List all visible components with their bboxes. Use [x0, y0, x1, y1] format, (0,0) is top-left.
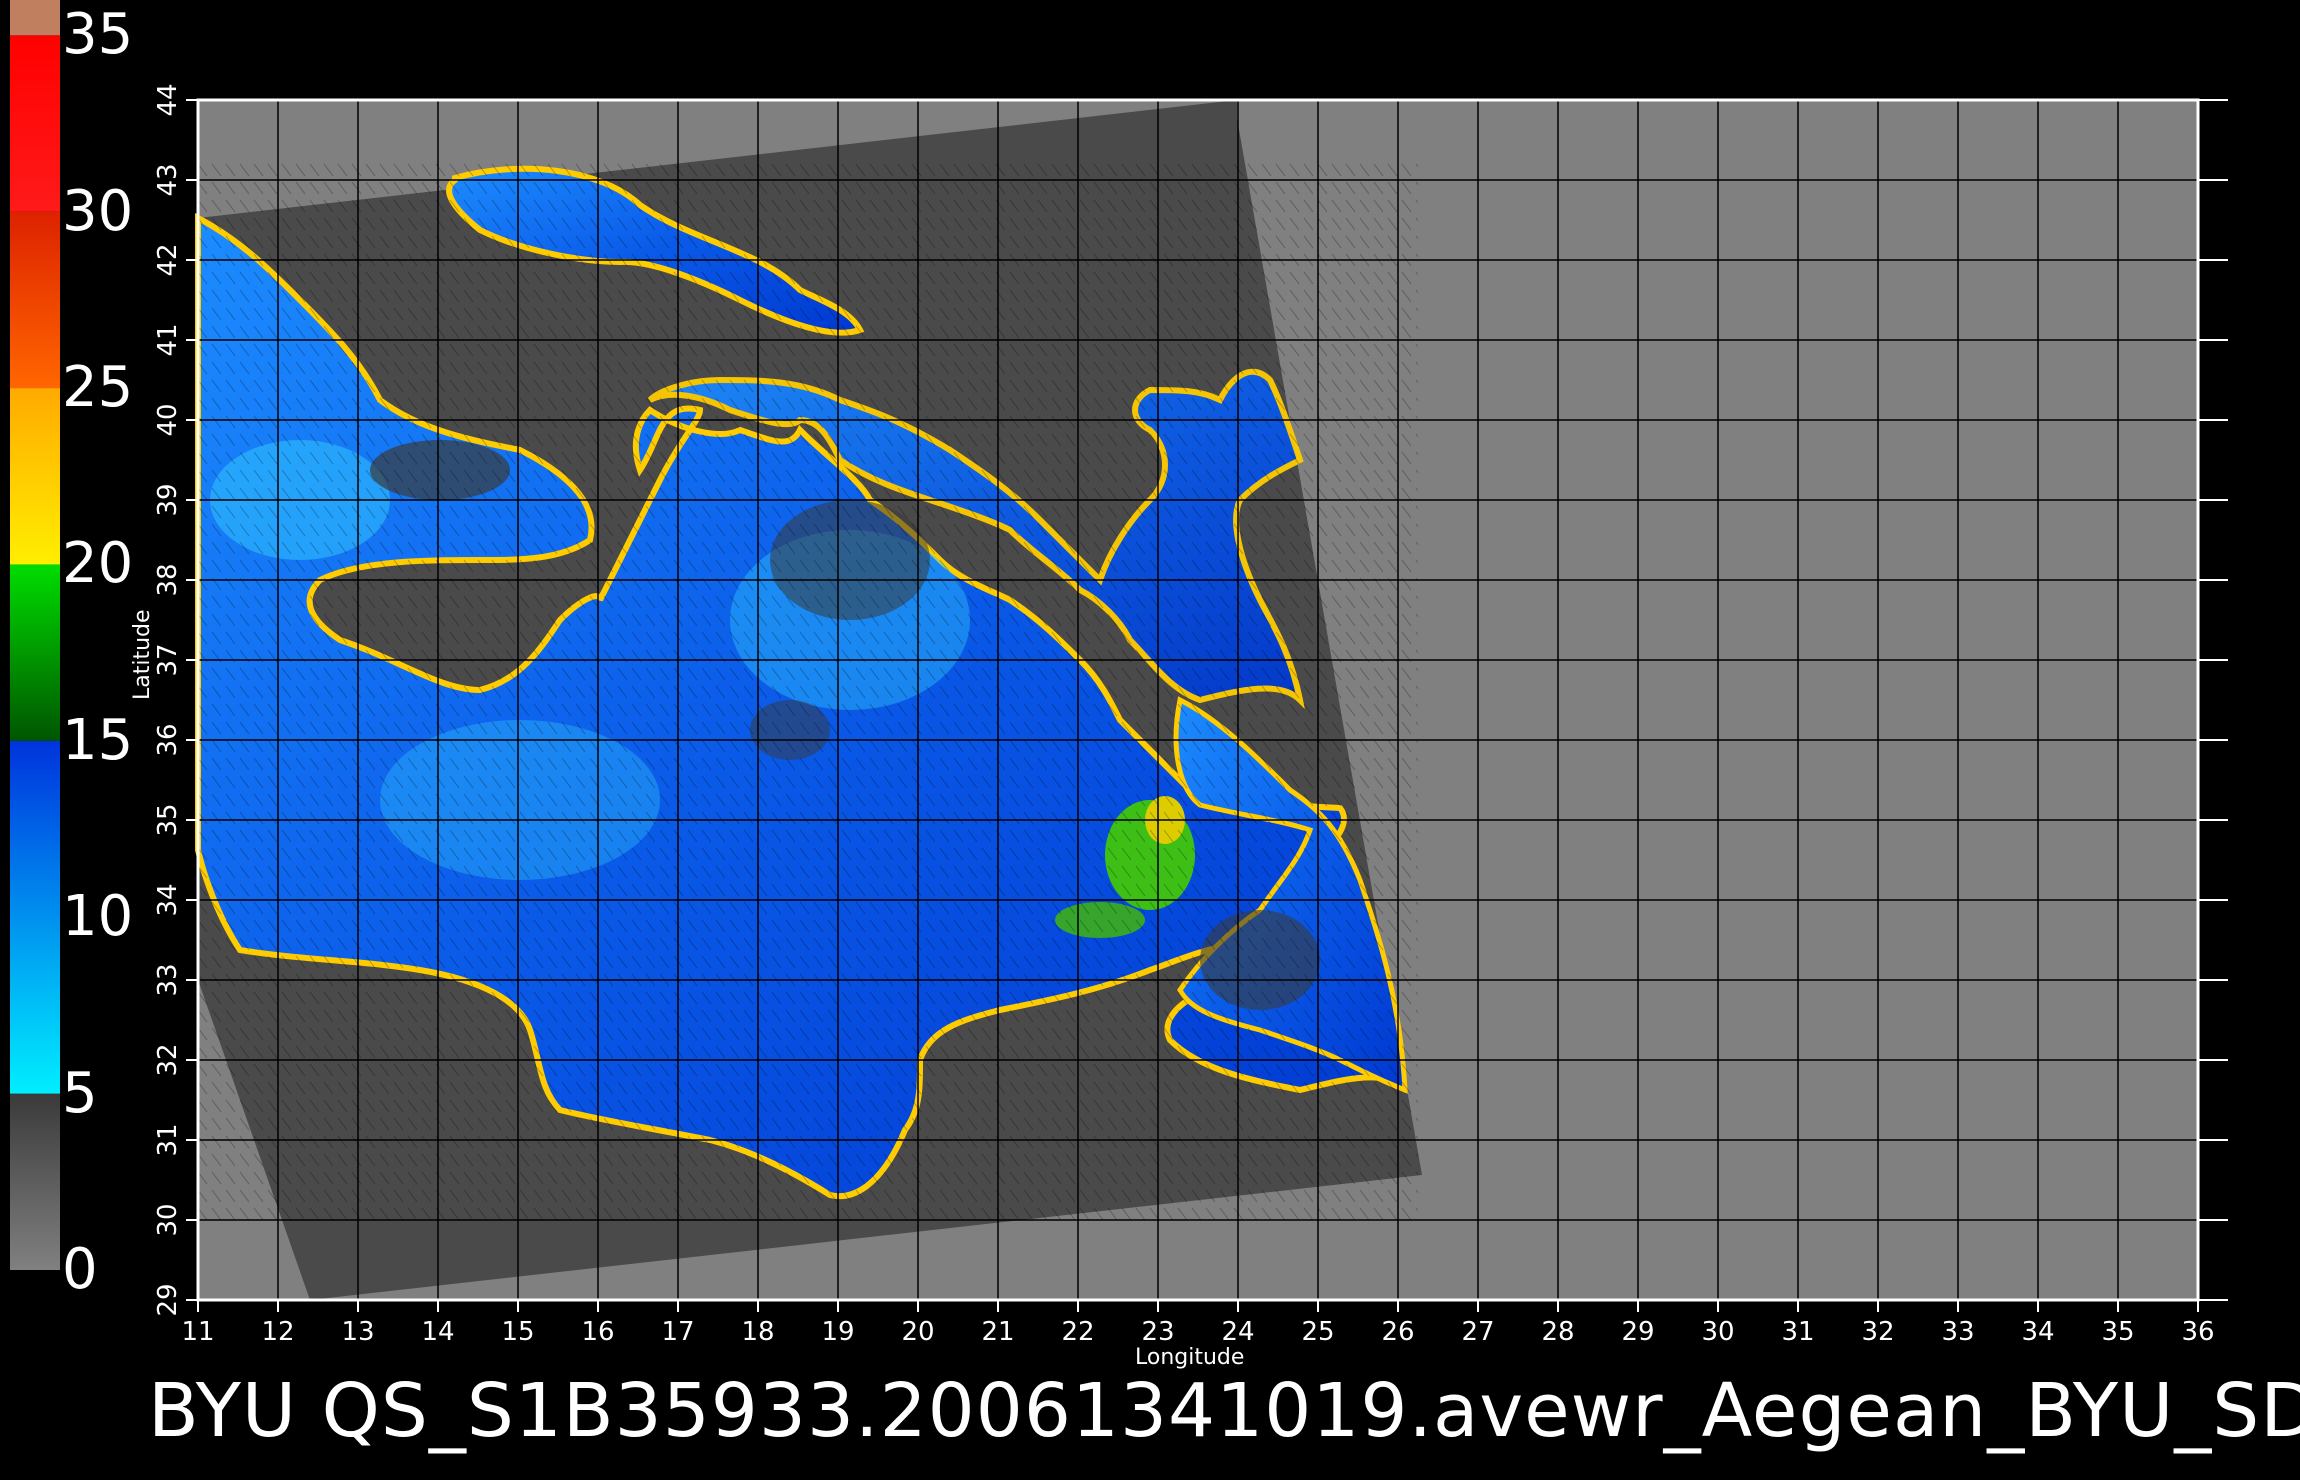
x-tick-label: 21: [981, 1317, 1014, 1347]
x-tick-label: 14: [421, 1317, 454, 1347]
y-tick-label: 34: [153, 883, 183, 916]
x-tick-label: 36: [2181, 1317, 2214, 1347]
y-tick-label: 38: [153, 563, 183, 596]
x-axis-label: Longitude: [1135, 1345, 1245, 1370]
x-tick-label: 20: [901, 1317, 934, 1347]
x-tick-label: 27: [1461, 1317, 1494, 1347]
x-tick-label: 22: [1061, 1317, 1094, 1347]
x-tick-label: 26: [1381, 1317, 1414, 1347]
y-tick-label: 39: [153, 483, 183, 516]
x-tick-label: 35: [2101, 1317, 2134, 1347]
x-tick-label: 24: [1221, 1317, 1254, 1347]
y-tick-label: 35: [153, 803, 183, 836]
x-tick-label: 13: [341, 1317, 374, 1347]
x-tick-label: 17: [661, 1317, 694, 1347]
longitude-ticks: 11 12 13 14 15 16 17 18 19 20 21 22 23 24 25 26 27 28 29 30…: [181, 1300, 2215, 1347]
x-tick-label: 33: [1941, 1317, 1974, 1347]
x-tick-label: 25: [1301, 1317, 1334, 1347]
y-tick-label: 33: [153, 963, 183, 996]
sea-wind-field: [195, 160, 1418, 1220]
y-tick-label: 43: [153, 163, 183, 196]
y-tick-label: 30: [153, 1203, 183, 1236]
x-tick-label: 31: [1781, 1317, 1814, 1347]
y-tick-label: 32: [153, 1043, 183, 1076]
x-tick-label: 12: [261, 1317, 294, 1347]
x-tick-label: 28: [1541, 1317, 1574, 1347]
y-tick-label: 44: [153, 83, 183, 116]
x-tick-label: 15: [501, 1317, 534, 1347]
map-plot: 11 12 13 14 15 16 17 18 19 20 21 22 23 24 25 26 27 28 29 30…: [153, 83, 2228, 1347]
x-tick-label: 16: [581, 1317, 614, 1347]
x-tick-label: 30: [1701, 1317, 1734, 1347]
x-tick-label: 19: [821, 1317, 854, 1347]
x-tick-label: 18: [741, 1317, 774, 1347]
x-tick-label: 29: [1621, 1317, 1654, 1347]
y-tick-label: 36: [153, 723, 183, 756]
y-axis-label: Latitude: [130, 609, 155, 700]
image-caption: BYU QS_S1B35933.20061341019.avewr_Aegean…: [148, 1368, 2300, 1454]
y-tick-label: 37: [153, 643, 183, 676]
x-tick-label: 23: [1141, 1317, 1174, 1347]
x-tick-label: 32: [1861, 1317, 1894, 1347]
y-tick-label: 40: [153, 403, 183, 436]
y-tick-label: 29: [153, 1283, 183, 1316]
x-tick-label: 11: [181, 1317, 214, 1347]
x-tick-label: 34: [2021, 1317, 2054, 1347]
y-tick-label: 42: [153, 243, 183, 276]
y-tick-label: 41: [153, 323, 183, 356]
y-tick-label: 31: [153, 1123, 183, 1156]
